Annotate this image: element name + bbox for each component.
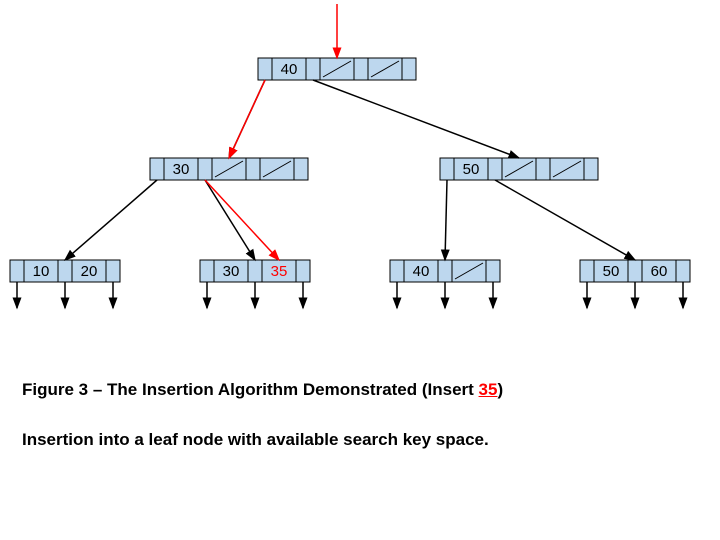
caption-insert-value: 35 [479, 380, 498, 399]
leaf-c: 40 [390, 260, 500, 282]
caption-suffix: ) [497, 380, 503, 399]
root-node: 40 [258, 58, 416, 80]
svg-text:40: 40 [281, 61, 298, 78]
svg-text:30: 30 [223, 263, 240, 280]
svg-text:50: 50 [463, 161, 480, 178]
leaf-a: 10 20 [10, 260, 120, 282]
svg-text:50: 50 [603, 263, 620, 280]
leaf-d: 50 60 [580, 260, 690, 282]
svg-text:30: 30 [173, 161, 190, 178]
caption-prefix: Figure 3 – The Insertion Algorithm Demon… [22, 380, 479, 399]
svg-text:40: 40 [413, 263, 430, 280]
internal-left: 30 [150, 158, 308, 180]
svg-text:10: 10 [33, 263, 50, 280]
internal-right: 50 [440, 158, 598, 180]
leaf-b: 30 35 [200, 260, 310, 282]
svg-text:60: 60 [651, 263, 668, 280]
btree-diagram: 40 30 50 10 20 30 35 40 50 60 [0, 0, 720, 360]
figure-subcaption: Insertion into a leaf node with availabl… [22, 430, 489, 450]
svg-text:35: 35 [271, 263, 288, 280]
svg-text:20: 20 [81, 263, 98, 280]
figure-caption: Figure 3 – The Insertion Algorithm Demon… [22, 380, 503, 400]
